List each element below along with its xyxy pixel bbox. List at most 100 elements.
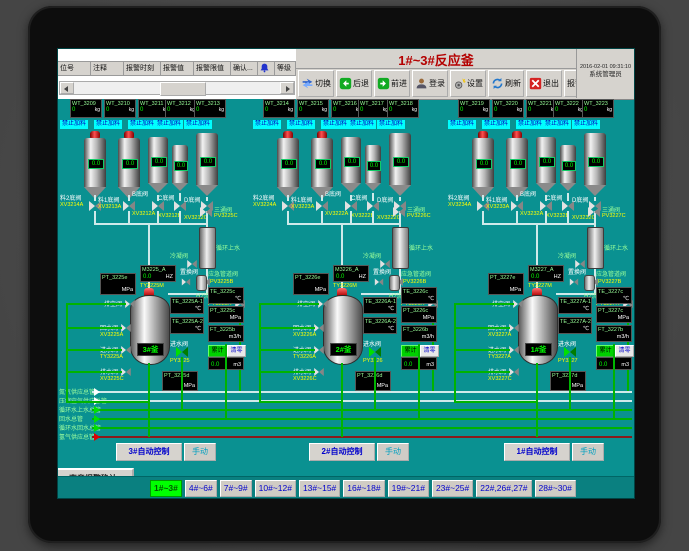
valve-label: 应急管道阀 bbox=[208, 269, 238, 278]
page-button-23-25[interactable]: 23#~25# bbox=[432, 480, 473, 497]
drain-valve[interactable] bbox=[509, 368, 519, 376]
pipe bbox=[454, 303, 456, 403]
pipe bbox=[68, 327, 122, 329]
exit-button[interactable]: 退出 bbox=[526, 70, 562, 97]
alarm-col-comment: 注释 bbox=[91, 61, 124, 76]
valve-label: C底阀 bbox=[158, 193, 174, 202]
pipe bbox=[536, 363, 538, 437]
three-way-valve[interactable] bbox=[588, 207, 600, 217]
page-button-16-18[interactable]: 16#~18# bbox=[343, 480, 384, 497]
silo: 0.0 bbox=[148, 137, 168, 197]
purge-valve[interactable] bbox=[375, 279, 383, 286]
pressure-display: PT_3227cMPa bbox=[596, 306, 632, 323]
totalizer-clear-button[interactable]: 清零 bbox=[227, 345, 246, 357]
feed-valve[interactable] bbox=[511, 201, 523, 211]
feed-tank: 0.0 bbox=[277, 131, 299, 201]
feed-tank: 0.0 bbox=[84, 131, 106, 201]
inlet-water-valve[interactable] bbox=[509, 346, 519, 354]
valve-tag: XV3227C bbox=[488, 376, 512, 382]
system-info: 2016-02-01 09:31:10 系统管理员 bbox=[576, 49, 634, 98]
feed-valve[interactable] bbox=[540, 201, 552, 211]
switch-button[interactable]: 切换 bbox=[298, 70, 334, 97]
feed-valve[interactable] bbox=[316, 201, 328, 211]
pipe bbox=[516, 195, 518, 201]
water-valve[interactable] bbox=[176, 347, 188, 357]
water-valve[interactable] bbox=[564, 347, 576, 357]
login-button[interactable]: 登录 bbox=[412, 70, 448, 97]
datetime: 2016-02-01 09:31:10 bbox=[577, 63, 634, 71]
scroll-left-icon[interactable] bbox=[60, 82, 74, 94]
water-valve[interactable] bbox=[369, 347, 381, 357]
alarm-col-ack: 确认... bbox=[231, 61, 258, 76]
page-button-19-21[interactable]: 19#~21# bbox=[388, 480, 429, 497]
pipe bbox=[261, 327, 315, 329]
manual-button[interactable]: 手动 bbox=[184, 443, 216, 461]
page-button-1-3[interactable]: 1#~3# bbox=[150, 480, 182, 497]
process-area: 氮气供应总管压缩空气供应总管循环水上水总管回水总管循环水回水总管氢气供应总管 W… bbox=[58, 99, 634, 476]
refresh-button[interactable]: 刷新 bbox=[488, 70, 524, 97]
three-way-valve[interactable] bbox=[200, 207, 212, 217]
totalizer-clear-button[interactable]: 清零 bbox=[420, 345, 439, 357]
feed-valve[interactable] bbox=[345, 201, 357, 211]
reactor-label: 1#釜 bbox=[525, 343, 552, 356]
temperature-display: TE_3227c℃ bbox=[596, 287, 632, 304]
inlet-water-valve[interactable] bbox=[121, 346, 131, 354]
feed-valve[interactable] bbox=[152, 201, 164, 211]
flow-display: FT_3226bm3/h bbox=[401, 325, 437, 342]
return-water-valve[interactable] bbox=[509, 324, 519, 332]
weight-display: WT_32130kg bbox=[194, 99, 226, 118]
pipe bbox=[567, 193, 569, 201]
vent-valve[interactable] bbox=[513, 300, 523, 308]
valve-label: 置换阀 bbox=[373, 267, 391, 276]
pipe-label: 循环上水 bbox=[604, 243, 628, 252]
totalizer-clear-button[interactable]: 清零 bbox=[615, 345, 634, 357]
drain-valve[interactable] bbox=[314, 368, 324, 376]
valve-label: B底阀 bbox=[132, 189, 148, 198]
page-button-13-15[interactable]: 13#~15# bbox=[299, 480, 340, 497]
page-button-10-12[interactable]: 10#~12# bbox=[255, 480, 296, 497]
return-water-valve[interactable] bbox=[121, 324, 131, 332]
feed-ban-label: 禁止加料 bbox=[377, 120, 405, 129]
sound-alarm-ack-button[interactable]: 声音报警确认 bbox=[58, 468, 134, 476]
agitator-freq-display: M3227_A 0.0HZ bbox=[528, 265, 564, 282]
forward-arrow-icon bbox=[377, 77, 390, 90]
settings-button[interactable]: 设置 bbox=[450, 70, 486, 97]
pipe bbox=[261, 303, 319, 305]
inlet-water-valve[interactable] bbox=[314, 346, 324, 354]
scroll-thumb[interactable] bbox=[160, 82, 206, 96]
scroll-track[interactable] bbox=[74, 82, 280, 94]
forward-button[interactable]: 前进 bbox=[374, 70, 410, 97]
switch-icon bbox=[301, 77, 314, 90]
pipe bbox=[94, 223, 208, 225]
page-button-4-6[interactable]: 4#~6# bbox=[185, 480, 217, 497]
valve-label: 料2底阀 bbox=[60, 193, 81, 202]
alarm-table-hscrollbar[interactable] bbox=[59, 81, 295, 95]
pipe bbox=[594, 197, 596, 201]
feed-valve[interactable] bbox=[123, 201, 135, 211]
page-button-22-26-27[interactable]: 22#,26#,27# bbox=[476, 480, 531, 497]
page-button-28-30[interactable]: 28#~30# bbox=[535, 480, 576, 497]
refresh-icon bbox=[491, 77, 504, 90]
auto-control-button[interactable]: 1#自动控制 bbox=[504, 443, 570, 461]
auto-control-button[interactable]: 2#自动控制 bbox=[309, 443, 375, 461]
manual-button[interactable]: 手动 bbox=[377, 443, 409, 461]
drain-valve[interactable] bbox=[121, 368, 131, 376]
page-button-7-9[interactable]: 7#~9# bbox=[220, 480, 252, 497]
manual-button[interactable]: 手动 bbox=[572, 443, 604, 461]
return-water-valve[interactable] bbox=[314, 324, 324, 332]
tank-cap bbox=[124, 131, 134, 138]
vent-valve[interactable] bbox=[318, 300, 328, 308]
scroll-right-icon[interactable] bbox=[280, 82, 294, 94]
vent-valve[interactable] bbox=[125, 300, 135, 308]
feed-ban-label: 禁止加料 bbox=[155, 120, 183, 129]
auto-control-button[interactable]: 3#自动控制 bbox=[116, 443, 182, 461]
feed-ban-label: 禁止加料 bbox=[128, 120, 156, 129]
three-way-valve[interactable] bbox=[393, 207, 405, 217]
pipe bbox=[68, 371, 122, 373]
purge-valve[interactable] bbox=[570, 279, 578, 286]
purge-valve[interactable] bbox=[182, 279, 190, 286]
valve-label: D底阀 bbox=[184, 195, 200, 204]
pressure-display: PT_3225eMPa bbox=[100, 273, 136, 295]
back-button[interactable]: 后退 bbox=[336, 70, 372, 97]
pressure-display: PT_3226cMPa bbox=[401, 306, 437, 323]
